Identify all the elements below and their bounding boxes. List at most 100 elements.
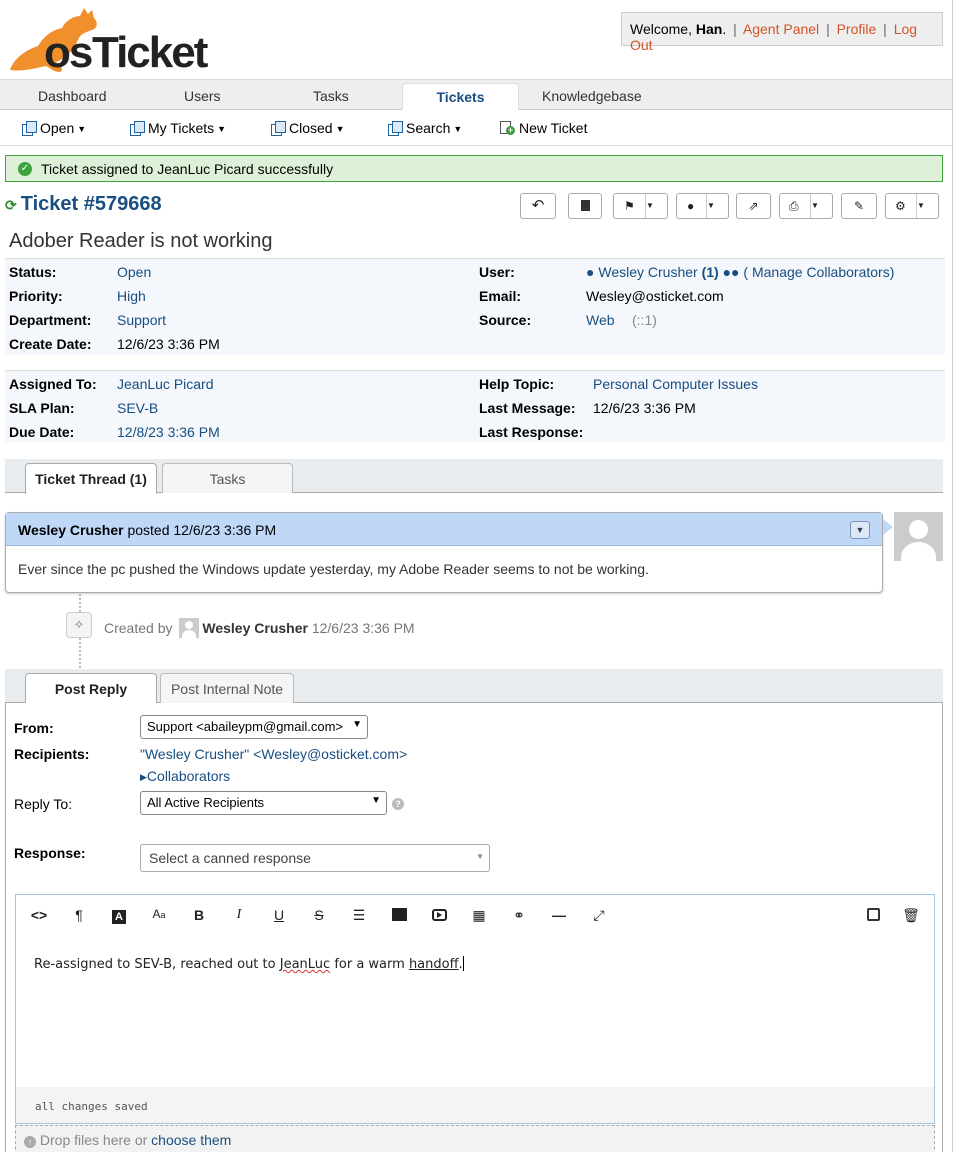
help-topic-value[interactable]: Personal Computer Issues	[593, 376, 758, 392]
flag-button[interactable]: ⚑ ▼	[613, 193, 668, 219]
paragraph-icon[interactable]: ¶	[68, 907, 90, 923]
ticket-title[interactable]: ⟳ Ticket #579668	[5, 193, 162, 216]
reply-button[interactable]: ↶	[520, 193, 556, 219]
delete-draft-icon[interactable]: 🗑	[900, 907, 922, 924]
last-response-label: Last Response:	[479, 424, 584, 440]
agent-panel-link[interactable]: Agent Panel	[743, 21, 819, 37]
from-label: From:	[14, 720, 54, 736]
table-icon[interactable]: ▦	[468, 907, 490, 924]
help-topic-label: Help Topic:	[479, 376, 555, 392]
canned-response-placeholder: Select a canned response	[149, 850, 311, 866]
tab-ticket-thread[interactable]: Ticket Thread (1)	[25, 463, 157, 494]
subnav-open[interactable]: Open ▼	[22, 120, 86, 136]
status-value[interactable]: Open	[117, 264, 151, 280]
underline-icon[interactable]: U	[268, 907, 290, 923]
header: os Ticket Welcome, Han. | Agent Panel | …	[0, 0, 952, 80]
editor-text-part: for a warm	[330, 957, 409, 972]
ticket-subject: Adober Reader is not working	[9, 230, 273, 252]
font-size-icon[interactable]: Aa	[148, 907, 170, 921]
text-color-icon[interactable]: A	[108, 907, 130, 924]
user-link[interactable]: Wesley Crusher	[598, 264, 697, 280]
tab-post-internal-note[interactable]: Post Internal Note	[160, 673, 294, 703]
subnav-new-ticket[interactable]: + New Ticket	[500, 120, 587, 136]
canned-response-select[interactable]: Select a canned response ▼	[140, 844, 490, 872]
department-value[interactable]: Support	[117, 312, 166, 328]
thread-event: Created by Wesley Crusher 12/6/23 3:36 P…	[104, 618, 415, 638]
file-dropzone[interactable]: ↑ Drop files here or choose them	[15, 1125, 935, 1152]
image-icon[interactable]	[388, 907, 410, 923]
sla-plan-value[interactable]: SEV-B	[117, 400, 158, 416]
priority-value[interactable]: High	[117, 288, 146, 304]
fullscreen-icon[interactable]: ⤢	[588, 907, 610, 924]
print-icon: ⎙	[789, 199, 799, 213]
collaborators-toggle[interactable]: ▶Collaborators	[140, 768, 230, 784]
last-message-label: Last Message:	[479, 400, 576, 416]
print-button[interactable]: ⎙ ▼	[779, 193, 833, 219]
subnav-closed[interactable]: Closed ▼	[271, 120, 345, 136]
tab-tasks[interactable]: Tasks	[313, 88, 349, 104]
tab-post-reply[interactable]: Post Reply	[25, 673, 157, 704]
thread-entry: Wesley Crusher posted 12/6/23 3:36 PM ▼ …	[5, 512, 893, 593]
bold-icon[interactable]: B	[188, 907, 210, 923]
sla-plan-label: SLA Plan:	[9, 400, 75, 416]
entry-options-dropdown[interactable]: ▼	[850, 521, 870, 539]
chevron-down-icon: ▼	[371, 795, 381, 806]
logo-text-ticket: Ticket	[92, 28, 208, 77]
tab-dashboard[interactable]: Dashboard	[38, 88, 107, 104]
collaborators-label: Collaborators	[146, 768, 231, 784]
choose-files-link[interactable]: choose them	[151, 1132, 231, 1148]
ticket-number: Ticket #579668	[20, 193, 162, 215]
source-ip: (::1)	[632, 312, 657, 328]
subnav-search-label: Search	[406, 120, 451, 136]
transfer-button[interactable]: ⇗	[736, 193, 771, 219]
help-icon[interactable]: ?	[392, 798, 404, 810]
draft-status: all changes saved	[35, 1100, 148, 1113]
editor-content[interactable]: Re-assigned to SEV-B, reached out to Jea…	[34, 956, 464, 972]
create-date-value: 12/6/23 3:36 PM	[117, 336, 220, 352]
italic-icon[interactable]: I	[228, 907, 250, 923]
source-value[interactable]: Web	[586, 312, 615, 328]
status-label: Status:	[9, 264, 57, 280]
list-icon[interactable]: ☰	[348, 907, 370, 924]
reply-editor: <> ¶ A Aa B I U S ☰ ▦ ⚭ — ⤢ 🗑 Re-assigne…	[15, 894, 935, 1124]
subnav-my-tickets[interactable]: My Tickets ▼	[130, 120, 226, 136]
event-when: 12/6/23 3:36 PM	[311, 620, 415, 636]
refresh-icon[interactable]: ⟳	[5, 197, 17, 213]
manage-collaborators-link[interactable]: ( Manage Collaborators)	[743, 264, 894, 280]
save-draft-icon[interactable]	[862, 907, 884, 923]
tab-knowledgebase[interactable]: Knowledgebase	[542, 88, 642, 104]
assigned-to-value[interactable]: JeanLuc Picard	[117, 376, 214, 392]
from-select-value: Support <abaileypm@gmail.com>	[147, 719, 344, 734]
code-view-icon[interactable]: <>	[28, 907, 50, 923]
link-icon[interactable]: ⚭	[508, 907, 530, 924]
osticket-logo[interactable]: os Ticket	[4, 6, 209, 77]
from-select[interactable]: Support <abaileypm@gmail.com> ▼	[140, 715, 368, 739]
more-button[interactable]: ⚙ ▼	[885, 193, 939, 219]
new-ticket-icon: +	[500, 121, 515, 135]
horizontal-rule-icon[interactable]: —	[548, 907, 570, 923]
print-pdf-button[interactable]	[568, 193, 602, 219]
assign-button[interactable]: ● ▼	[676, 193, 729, 219]
reply-to-select[interactable]: All Active Recipients ▼	[140, 791, 387, 815]
editor-status-bar: all changes saved	[16, 1087, 934, 1123]
welcome-prefix: Welcome,	[630, 21, 696, 37]
caret-down-icon: ▼	[645, 194, 667, 218]
due-date-value[interactable]: 12/8/23 3:36 PM	[117, 424, 220, 440]
upload-icon: ↑	[24, 1136, 36, 1148]
collaborators-icon: ●●	[722, 264, 740, 280]
profile-link[interactable]: Profile	[837, 21, 877, 37]
editor-text-underlined: handoff	[408, 957, 459, 972]
tab-tickets[interactable]: Tickets	[402, 83, 519, 112]
recipients-value[interactable]: "Wesley Crusher" <Wesley@osticket.com>	[140, 746, 407, 762]
reply-form: From: Support <abaileypm@gmail.com> ▼ Re…	[5, 703, 943, 1152]
subnav-search[interactable]: Search ▼	[388, 120, 462, 136]
edit-button[interactable]: ✎	[841, 193, 877, 219]
strikethrough-icon[interactable]: S	[308, 907, 330, 923]
ticket-info-table: Status: Open Priority: High Department: …	[5, 258, 945, 355]
ticket-assignment-table: Assigned To: JeanLuc Picard SLA Plan: SE…	[5, 370, 945, 442]
department-label: Department:	[9, 312, 92, 328]
video-icon[interactable]	[428, 907, 450, 923]
caret-down-icon: ▼	[706, 194, 728, 218]
tab-users[interactable]: Users	[184, 88, 221, 104]
tab-thread-tasks[interactable]: Tasks	[162, 463, 293, 493]
